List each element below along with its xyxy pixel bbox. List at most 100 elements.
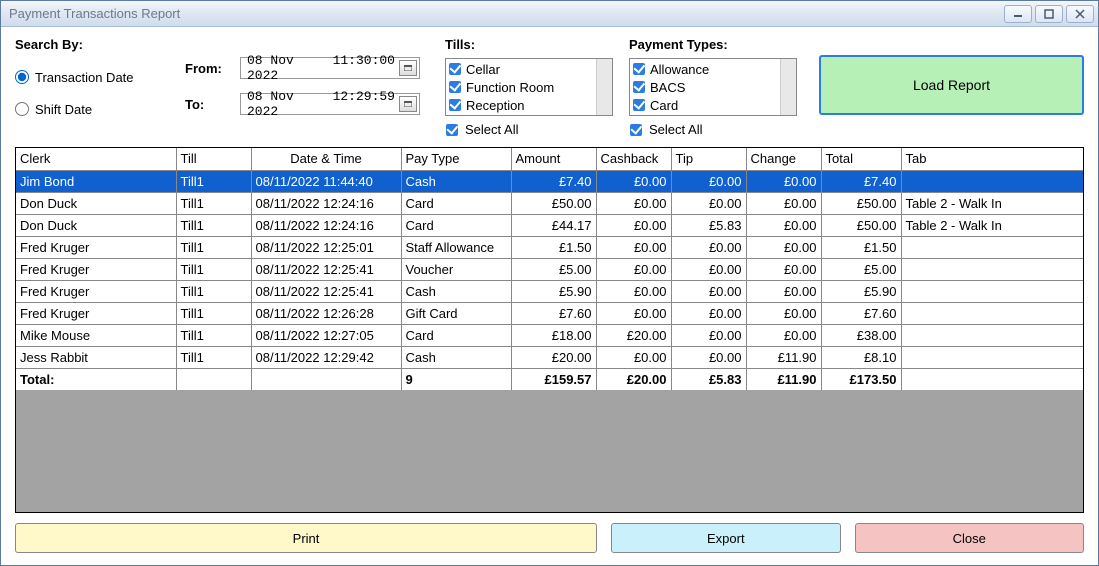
grid-header-row: Clerk Till Date & Time Pay Type Amount C… (16, 148, 1083, 170)
radio-transaction-date-label: Transaction Date (35, 70, 134, 85)
table-row[interactable]: Fred KrugerTill108/11/2022 12:25:41Cash£… (16, 280, 1083, 302)
tills-listbox[interactable]: Cellar Function Room Reception (445, 58, 613, 116)
cell-clerk: Fred Kruger (16, 258, 176, 280)
close-button[interactable]: Close (855, 523, 1084, 553)
calendar-icon (404, 101, 412, 107)
table-row[interactable]: Fred KrugerTill108/11/2022 12:26:28Gift … (16, 302, 1083, 324)
col-header[interactable]: Change (746, 148, 821, 170)
from-datetime-input[interactable]: 08 Nov 2022 11:30:00 (240, 57, 420, 79)
tills-scrollbar[interactable] (596, 59, 612, 115)
cell-dt: 08/11/2022 12:24:16 (251, 192, 401, 214)
total-cell (901, 368, 1083, 390)
total-cell: £20.00 (596, 368, 671, 390)
tills-label: Tills: (445, 37, 625, 52)
cell-tip: £0.00 (671, 258, 746, 280)
table-row[interactable]: Jess RabbitTill108/11/2022 12:29:42Cash£… (16, 346, 1083, 368)
cell-tip: £0.00 (671, 170, 746, 192)
checkbox-icon[interactable] (448, 98, 462, 112)
col-header[interactable]: Pay Type (401, 148, 511, 170)
close-window-button[interactable] (1066, 5, 1094, 23)
cell-cashback: £0.00 (596, 280, 671, 302)
col-header[interactable]: Cashback (596, 148, 671, 170)
ptype-item[interactable]: Card (632, 96, 794, 114)
ptype-item[interactable]: Allowance (632, 60, 794, 78)
cell-till: Till1 (176, 280, 251, 302)
radio-shift-date[interactable]: Shift Date (15, 96, 185, 122)
table-row[interactable]: Don DuckTill108/11/2022 12:24:16Card£50.… (16, 192, 1083, 214)
checkbox-icon[interactable] (445, 123, 459, 137)
cell-amount: £5.00 (511, 258, 596, 280)
cell-cashback: £0.00 (596, 170, 671, 192)
maximize-button[interactable] (1035, 5, 1063, 23)
maximize-icon (1043, 9, 1055, 19)
payment-types-label: Payment Types: (629, 37, 809, 52)
results-grid[interactable]: Clerk Till Date & Time Pay Type Amount C… (16, 148, 1083, 390)
cell-amount: £18.00 (511, 324, 596, 346)
radio-shift-date-input[interactable] (15, 102, 29, 116)
minimize-button[interactable] (1004, 5, 1032, 23)
checkbox-icon[interactable] (632, 98, 646, 112)
tills-select-all-label: Select All (465, 122, 518, 137)
to-label: To: (185, 97, 240, 112)
cell-clerk: Fred Kruger (16, 280, 176, 302)
cell-amount: £1.50 (511, 236, 596, 258)
col-header[interactable]: Date & Time (251, 148, 401, 170)
total-row: Total:9£159.57£20.00£5.83£11.90£173.50 (16, 368, 1083, 390)
total-cell: 9 (401, 368, 511, 390)
checkbox-icon[interactable] (448, 80, 462, 94)
checkbox-icon[interactable] (632, 80, 646, 94)
cell-change: £0.00 (746, 170, 821, 192)
total-cell (176, 368, 251, 390)
export-button[interactable]: Export (611, 523, 840, 553)
cell-clerk: Mike Mouse (16, 324, 176, 346)
col-header[interactable]: Tab (901, 148, 1083, 170)
cell-amount: £44.17 (511, 214, 596, 236)
ptype-item[interactable]: BACS (632, 78, 794, 96)
ptypes-select-all[interactable]: Select All (629, 122, 809, 137)
radio-transaction-date-input[interactable] (15, 70, 29, 84)
cell-tip: £0.00 (671, 280, 746, 302)
checkbox-icon[interactable] (448, 62, 462, 76)
tills-select-all[interactable]: Select All (445, 122, 625, 137)
to-date-picker-button[interactable] (399, 96, 417, 112)
till-item[interactable]: Cellar (448, 60, 610, 78)
to-date-value: 08 Nov 2022 (247, 89, 325, 119)
cell-cashback: £0.00 (596, 346, 671, 368)
search-by-group: Search By: Transaction Date Shift Date (15, 37, 185, 122)
cell-ptype: Voucher (401, 258, 511, 280)
table-row[interactable]: Jim BondTill108/11/2022 11:44:40Cash£7.4… (16, 170, 1083, 192)
from-label: From: (185, 61, 240, 76)
table-row[interactable]: Mike MouseTill108/11/2022 12:27:05Card£1… (16, 324, 1083, 346)
ptypes-listbox[interactable]: Allowance BACS Card (629, 58, 797, 116)
to-datetime-input[interactable]: 08 Nov 2022 12:29:59 (240, 93, 420, 115)
col-header[interactable]: Till (176, 148, 251, 170)
from-date-picker-button[interactable] (399, 60, 417, 76)
total-cell: £159.57 (511, 368, 596, 390)
radio-transaction-date[interactable]: Transaction Date (15, 64, 185, 90)
table-row[interactable]: Fred KrugerTill108/11/2022 12:25:01Staff… (16, 236, 1083, 258)
col-header[interactable]: Amount (511, 148, 596, 170)
print-button[interactable]: Print (15, 523, 597, 553)
checkbox-icon[interactable] (629, 123, 643, 137)
col-header[interactable]: Clerk (16, 148, 176, 170)
load-group: Load Report (809, 37, 1084, 115)
cell-tab (901, 280, 1083, 302)
calendar-icon (404, 65, 412, 71)
checkbox-icon[interactable] (632, 62, 646, 76)
table-row[interactable]: Fred KrugerTill108/11/2022 12:25:41Vouch… (16, 258, 1083, 280)
cell-cashback: £0.00 (596, 214, 671, 236)
cell-total: £38.00 (821, 324, 901, 346)
ptypes-scrollbar[interactable] (780, 59, 796, 115)
ptype-item-label: Card (650, 98, 678, 113)
cell-clerk: Fred Kruger (16, 302, 176, 324)
col-header[interactable]: Total (821, 148, 901, 170)
col-header[interactable]: Tip (671, 148, 746, 170)
table-row[interactable]: Don DuckTill108/11/2022 12:24:16Card£44.… (16, 214, 1083, 236)
cell-dt: 08/11/2022 12:25:41 (251, 258, 401, 280)
cell-amount: £20.00 (511, 346, 596, 368)
till-item[interactable]: Reception (448, 96, 610, 114)
cell-clerk: Fred Kruger (16, 236, 176, 258)
till-item[interactable]: Function Room (448, 78, 610, 96)
cell-clerk: Jess Rabbit (16, 346, 176, 368)
load-report-button[interactable]: Load Report (819, 55, 1084, 115)
